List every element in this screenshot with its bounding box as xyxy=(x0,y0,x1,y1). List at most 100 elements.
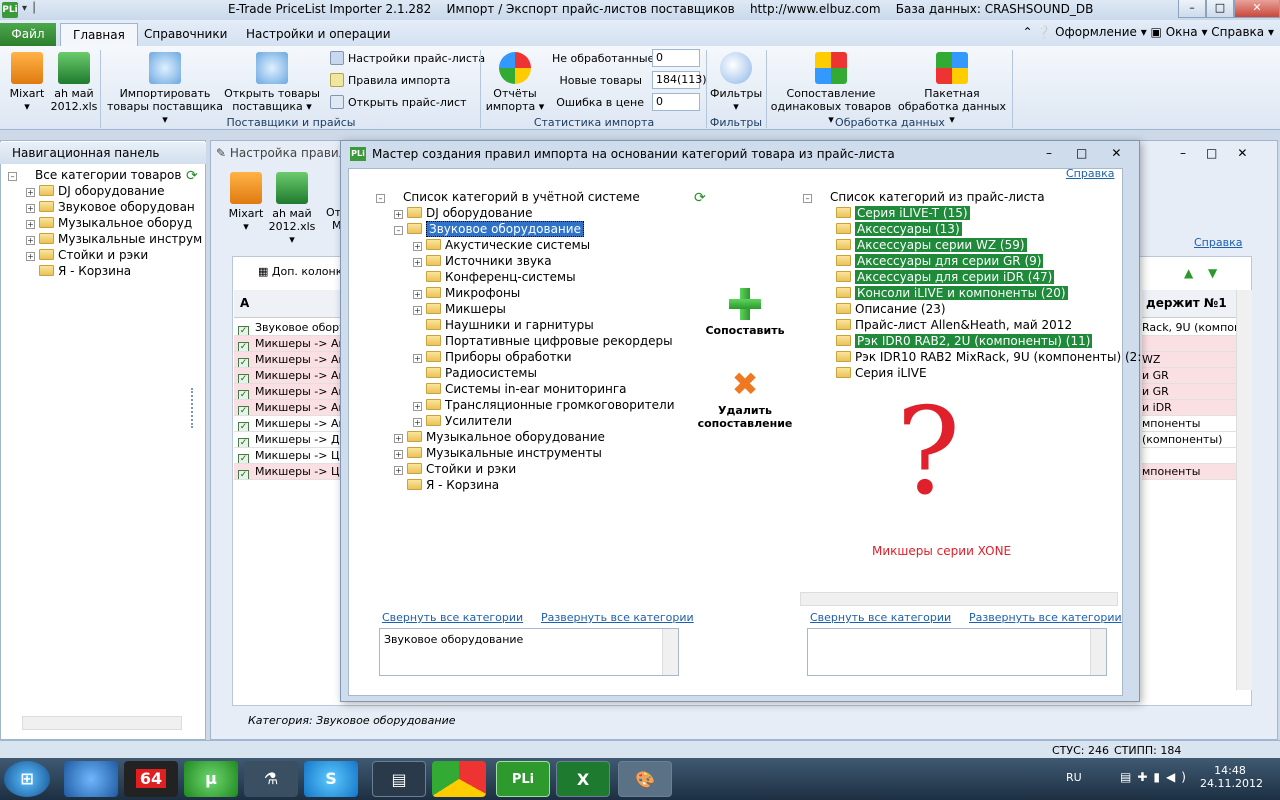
batch-processing-button[interactable]: Пакетная обработка данных ▾ xyxy=(894,52,1010,126)
quick-access-icon[interactable]: ▾ ⎪ xyxy=(22,3,38,14)
checkbox-icon[interactable]: ✓ xyxy=(238,358,249,367)
taskbar-64-icon[interactable]: 64 xyxy=(124,761,178,797)
nav-item[interactable]: + Звуковое оборудован xyxy=(26,199,195,215)
nav-item[interactable]: + DJ оборудование xyxy=(26,183,165,199)
nav-item[interactable]: + Стойки и рэки xyxy=(26,247,148,263)
paint-icon[interactable]: 🎨 xyxy=(618,761,672,797)
checkbox-icon[interactable]: ✓ xyxy=(238,454,249,463)
left-tree-item[interactable]: Портативные цифровые рекордеры xyxy=(413,333,673,349)
nav-item[interactable]: + Музыкальные инструм xyxy=(26,231,202,247)
archive-icon[interactable]: ▤ xyxy=(372,761,426,797)
right-memo-scrollbar[interactable] xyxy=(1090,629,1106,675)
help-circle-icon[interactable]: ⌃ ❔ xyxy=(1022,25,1051,39)
left-tree-item[interactable]: + Музыкальные инструменты xyxy=(394,445,602,461)
bg-help-link[interactable]: Справка xyxy=(1194,236,1242,249)
left-tree-item[interactable]: + Микшеры xyxy=(413,301,506,317)
right-tree-item[interactable]: Серия iLIVE xyxy=(836,365,927,381)
table-row[interactable]: ✓Микшеры -> Ако xyxy=(234,384,340,400)
right-tree-item[interactable]: Аксессуары для серии iDR (47) xyxy=(836,269,1055,285)
checkbox-icon[interactable]: ✓ xyxy=(238,374,249,383)
right-tree-hscrollbar[interactable] xyxy=(800,592,1118,606)
left-expand-all-link[interactable]: Развернуть все категории xyxy=(541,611,694,624)
excel-icon[interactable]: X xyxy=(556,761,610,797)
checkbox-icon[interactable]: ✓ xyxy=(238,406,249,415)
left-tree-item[interactable]: Радиосистемы xyxy=(413,365,537,381)
refresh-icon[interactable]: ⟳ xyxy=(186,168,198,184)
nav-hscrollbar[interactable] xyxy=(22,716,182,730)
left-tree-item[interactable]: + Источники звука xyxy=(413,253,552,269)
arrow-down-icon[interactable]: ▼ xyxy=(1208,266,1217,280)
open-goods-button[interactable]: Открыть товары поставщика ▾ xyxy=(224,52,320,113)
checkbox-icon[interactable]: ✓ xyxy=(238,422,249,431)
left-tree-item[interactable]: + Микрофоны xyxy=(413,285,520,301)
delete-match-button[interactable]: ✖ Удалить сопоставление xyxy=(696,368,794,430)
left-tree-item[interactable]: – Звуковое оборудование xyxy=(394,221,584,237)
left-tree-item[interactable]: Конференц-системы xyxy=(413,269,576,285)
left-memo[interactable]: Звуковое оборудование xyxy=(379,628,679,676)
right-tree-item[interactable]: Аксессуары для серии GR (9) xyxy=(836,253,1044,269)
menu-windows[interactable]: Окна xyxy=(1166,25,1198,39)
bg-mixart-button[interactable]: Mixart ▾ xyxy=(226,172,266,233)
start-button[interactable]: ⊞ xyxy=(4,761,50,797)
table-row[interactable]: ✓Микшеры -> Ако xyxy=(234,400,340,416)
tab-file[interactable]: Файл xyxy=(0,23,56,46)
arrow-up-icon[interactable]: ▲ xyxy=(1184,266,1193,280)
right-tree-item[interactable]: Серия iLIVE-T (15) xyxy=(836,205,970,221)
tab-home[interactable]: Главная xyxy=(60,23,138,46)
nav-item[interactable]: Я - Корзина xyxy=(39,263,131,279)
left-tree-item[interactable]: + Приборы обработки xyxy=(413,349,572,365)
right-tree-header[interactable]: – Список категорий из прайс-листа xyxy=(803,189,1045,205)
left-tree-item[interactable]: + Усилители xyxy=(413,413,512,429)
table-row[interactable]: ✓Микшеры -> Ако xyxy=(234,352,340,368)
splitter-handle[interactable] xyxy=(191,388,197,428)
language-indicator[interactable]: RU xyxy=(1066,771,1082,784)
match-goods-button[interactable]: Сопоставление одинаковых товаров ▾ xyxy=(770,52,892,126)
left-tree-item[interactable]: Системы in-ear мониторинга xyxy=(413,381,627,397)
bgwin-controls[interactable]: –□✕ xyxy=(1180,146,1267,160)
table-row[interactable]: ✓Микшеры -> Ако xyxy=(234,336,340,352)
checkbox-icon[interactable]: ✓ xyxy=(238,390,249,399)
right-tree-item[interactable]: Рэк IDR10 RAB2 MixRack, 9U (компоненты) … xyxy=(836,349,1141,365)
left-memo-scrollbar[interactable] xyxy=(662,629,678,675)
right-memo[interactable] xyxy=(807,628,1107,676)
nav-root[interactable]: – Все категории товаров xyxy=(8,167,181,183)
tab-settings[interactable]: Настройки и операции xyxy=(234,23,403,46)
table-row[interactable]: ✓Микшеры -> Дог xyxy=(234,432,340,448)
left-tree-item[interactable]: + Трансляционные громкоговорители xyxy=(413,397,675,413)
chrome-icon[interactable] xyxy=(432,761,486,797)
checkbox-icon[interactable]: ✓ xyxy=(238,326,249,335)
refresh-icon[interactable]: ⟳ xyxy=(694,190,706,206)
right-tree-item[interactable]: Прайс-лист Allen&Heath, май 2012 xyxy=(836,317,1072,333)
left-tree-item[interactable]: + DJ оборудование xyxy=(394,205,533,221)
table-row[interactable]: ✓Микшеры -> Ако xyxy=(234,416,340,432)
menu-style[interactable]: Оформление xyxy=(1055,25,1137,39)
table-row[interactable]: ✓Микшеры -> Ако xyxy=(234,368,340,384)
menu-help[interactable]: Справка xyxy=(1211,25,1264,39)
tray-icons[interactable]: ▤✚▮◀) xyxy=(1120,770,1192,784)
mixart-button[interactable]: Mixart ▾ xyxy=(6,52,48,113)
right-expand-all-link[interactable]: Развернуть все категории xyxy=(969,611,1122,624)
dialog-controls[interactable]: –□✕ xyxy=(1046,146,1145,160)
left-tree-header[interactable]: – Список категорий в учётной системе xyxy=(376,189,640,205)
checkbox-icon[interactable]: ✓ xyxy=(238,438,249,447)
utorrent-icon[interactable]: µ xyxy=(184,761,238,797)
open-pricelist-button[interactable]: Открыть прайс-лист xyxy=(330,94,466,112)
filters-button[interactable]: Фильтры ▾ xyxy=(710,52,762,113)
col-header-a[interactable]: A xyxy=(234,290,340,318)
checkbox-icon[interactable]: ✓ xyxy=(238,470,249,479)
skype-icon[interactable]: S xyxy=(304,761,358,797)
tab-references[interactable]: Справочники xyxy=(132,23,239,46)
bg-xls-button[interactable]: ah май 2012.xls ▾ xyxy=(266,172,318,246)
clock[interactable]: 14:48 24.11.2012 xyxy=(1200,764,1263,790)
right-tree-item[interactable]: Консоли iLIVE и компоненты (20) xyxy=(836,285,1068,301)
right-tree-item[interactable]: Описание (23) xyxy=(836,301,946,317)
xls-file-button[interactable]: ah май 2012.xls xyxy=(50,52,98,113)
left-tree-item[interactable]: + Музыкальное оборудование xyxy=(394,429,605,445)
table-row[interactable]: ✓Микшеры -> Циф xyxy=(234,448,340,464)
right-collapse-all-link[interactable]: Свернуть все категории xyxy=(810,611,951,624)
maximize-icon[interactable]: □ xyxy=(1206,0,1234,18)
pricelist-settings-button[interactable]: Настройки прайс-листа xyxy=(330,50,485,68)
table-row[interactable]: ✓ Звуковое обору xyxy=(234,320,340,336)
right-tree-item[interactable]: Аксессуары серии WZ (59) xyxy=(836,237,1027,253)
reports-button[interactable]: Отчёты импорта ▾ xyxy=(484,52,546,113)
